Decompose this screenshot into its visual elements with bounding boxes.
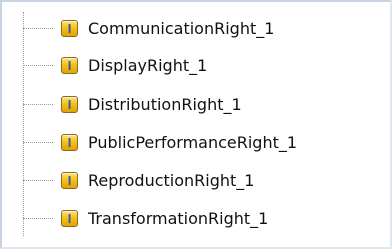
tree-item-display-right[interactable]: I DisplayRight_1	[23, 47, 388, 83]
tree-connector	[23, 64, 53, 66]
instance-tree: I CommunicationRight_1 I DisplayRight_1 …	[2, 2, 392, 251]
instance-icon: I	[61, 133, 78, 151]
tree-item-label: DisplayRight_1	[88, 55, 208, 75]
instance-icon: I	[61, 19, 78, 37]
tree-item-label: PublicPerformanceRight_1	[88, 132, 298, 152]
tree-connector	[23, 217, 53, 219]
tree-item-public-performance-right[interactable]: I PublicPerformanceRight_1	[23, 124, 388, 160]
tree-connector	[23, 27, 53, 29]
tree-item-label: CommunicationRight_1	[88, 18, 275, 38]
tree-connector	[23, 103, 53, 105]
tree-connector	[23, 179, 53, 181]
tree-item-reproduction-right[interactable]: I ReproductionRight_1	[23, 162, 388, 198]
tree-view-panel: I CommunicationRight_1 I DisplayRight_1 …	[0, 0, 392, 249]
tree-item-label: ReproductionRight_1	[88, 170, 255, 190]
tree-item-transformation-right[interactable]: I TransformationRight_1	[23, 200, 388, 236]
instance-icon: I	[61, 56, 78, 74]
instance-icon: I	[61, 209, 78, 227]
tree-item-communication-right[interactable]: I CommunicationRight_1	[23, 10, 388, 46]
instance-icon: I	[61, 171, 78, 189]
tree-connector	[23, 141, 53, 143]
tree-item-label: DistributionRight_1	[88, 94, 242, 114]
tree-item-distribution-right[interactable]: I DistributionRight_1	[23, 86, 388, 122]
tree-item-label: TransformationRight_1	[88, 208, 269, 228]
instance-icon: I	[61, 95, 78, 113]
